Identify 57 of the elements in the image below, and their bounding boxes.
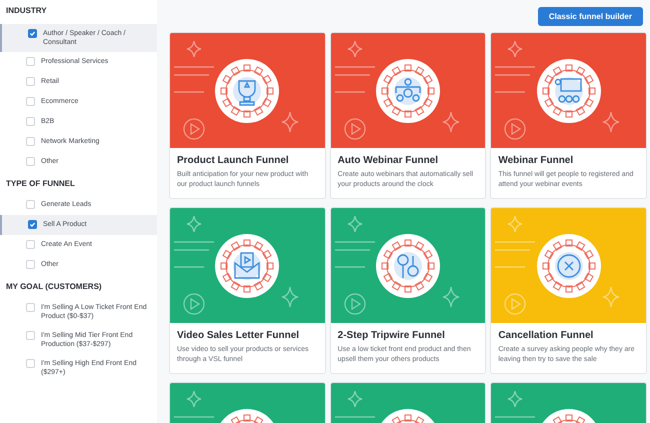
- sparkle-icon: [602, 111, 620, 133]
- gear-badge-icon: [536, 234, 601, 298]
- gear-badge-icon: [536, 58, 601, 122]
- checkbox[interactable]: [26, 77, 35, 86]
- play-icon: [504, 293, 526, 315]
- section-heading: INDUSTRY: [5, 5, 48, 17]
- checkbox[interactable]: [26, 331, 35, 340]
- banner-lines-drawing: [334, 241, 376, 268]
- sparkle-icon: [602, 286, 620, 308]
- banner-lines-drawing: [495, 241, 536, 268]
- gear-badge-icon: [376, 234, 440, 298]
- banner-lines-drawing: [495, 66, 536, 93]
- checkbox[interactable]: [26, 240, 35, 249]
- sparkle-icon: [186, 391, 202, 407]
- section-heading: TYPE OF FUNNEL: [5, 178, 76, 190]
- gear-badge-icon: [215, 58, 280, 122]
- checkbox[interactable]: [26, 97, 35, 106]
- sparkle-icon: [442, 111, 460, 133]
- card-title: Product Launch Funnel: [177, 154, 290, 167]
- checkbox[interactable]: [26, 137, 35, 146]
- play-icon: [504, 118, 526, 140]
- sparkle-icon: [281, 286, 299, 308]
- checkbox[interactable]: [26, 359, 35, 368]
- play-icon: [183, 118, 205, 140]
- checkbox[interactable]: [28, 29, 37, 38]
- sparkle-icon: [507, 216, 524, 232]
- section-heading: MY GOAL (CUSTOMERS): [5, 281, 103, 293]
- banner-lines-drawing: [174, 66, 215, 93]
- gear-badge-icon: [215, 234, 280, 298]
- sparkle-icon: [281, 111, 299, 133]
- card-title: Webinar Funnel: [498, 154, 574, 167]
- classic-builder-button[interactable]: Classic funnel builder: [538, 7, 643, 26]
- checkbox[interactable]: [26, 117, 35, 126]
- sparkle-icon: [346, 41, 363, 57]
- play-icon: [344, 118, 366, 140]
- sparkle-icon: [346, 216, 363, 232]
- card-title: 2-Step Tripwire Funnel: [338, 329, 446, 342]
- card-title: Video Sales Letter Funnel: [177, 329, 300, 342]
- gear-badge-icon: [376, 58, 440, 122]
- banner-lines-drawing: [334, 66, 376, 93]
- sparkle-icon: [507, 41, 524, 57]
- card-title: Auto Webinar Funnel: [338, 154, 440, 167]
- checkbox[interactable]: [26, 200, 35, 209]
- banner-lines-drawing: [174, 241, 215, 268]
- checkbox[interactable]: [26, 157, 35, 166]
- checkbox[interactable]: [26, 260, 35, 269]
- sparkle-icon: [186, 41, 202, 57]
- play-icon: [344, 293, 366, 315]
- sparkle-icon: [442, 286, 460, 308]
- checkbox[interactable]: [26, 57, 35, 66]
- sparkle-icon: [507, 391, 524, 407]
- sparkle-icon: [186, 216, 202, 232]
- card-title: Cancellation Funnel: [498, 329, 594, 342]
- play-icon: [183, 293, 205, 315]
- checkbox[interactable]: [28, 220, 37, 229]
- checkbox[interactable]: [26, 303, 35, 312]
- sparkle-icon: [346, 391, 363, 407]
